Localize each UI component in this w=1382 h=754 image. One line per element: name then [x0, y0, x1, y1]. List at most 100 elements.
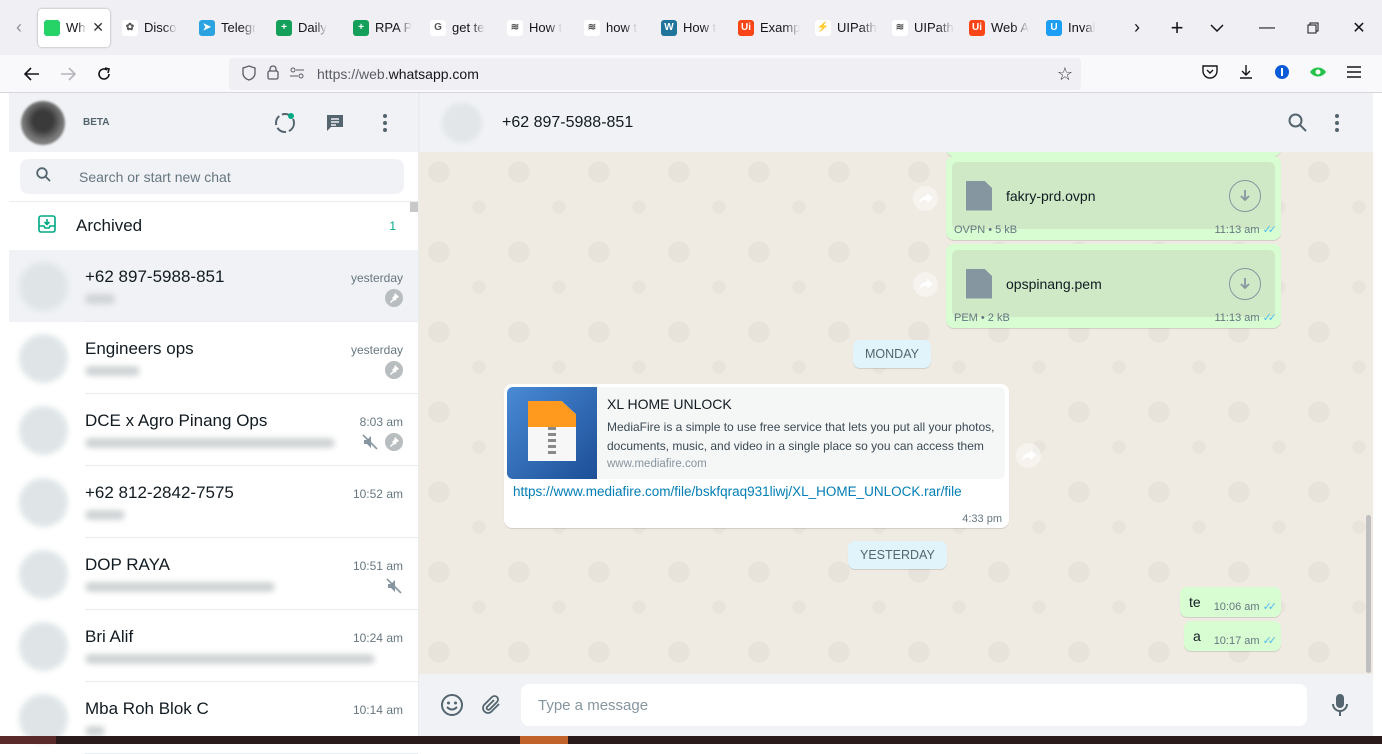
restore-button[interactable] [1290, 0, 1336, 55]
tab-7[interactable]: ≋ how t [578, 9, 654, 47]
search-icon[interactable] [1285, 111, 1309, 135]
tab-6[interactable]: ≋ How t [501, 9, 577, 47]
tab-10[interactable]: ⚡ UIPath [809, 9, 885, 47]
tab-8[interactable]: W How t [655, 9, 731, 47]
message-time: 10:06 am ✓✓ [1213, 600, 1277, 614]
tab-title: UIPath [837, 20, 877, 35]
chat-time: 10:24 am [352, 631, 403, 645]
chat-list-item[interactable]: DCE x Agro Pinang Ops 8:03 am [9, 394, 418, 466]
avatar[interactable] [19, 261, 68, 311]
bookmark-star-icon[interactable]: ☆ [1057, 64, 1073, 85]
tab-scroll-left-icon[interactable]: ‹ [0, 0, 38, 55]
downloads-icon[interactable] [1228, 64, 1264, 85]
tab-1[interactable]: ✿ Disco [116, 9, 192, 47]
avatar[interactable] [19, 405, 68, 455]
message-input[interactable] [521, 684, 1307, 726]
tab-5[interactable]: Gget te [424, 9, 500, 47]
tab-2[interactable]: ➤ Telegr [193, 9, 269, 47]
message-text: a [1193, 628, 1201, 644]
back-button[interactable] [14, 58, 50, 90]
search-input[interactable] [77, 167, 357, 186]
new-chat-icon[interactable] [318, 106, 352, 140]
file-attachment[interactable]: fakry-prd.ovpn [952, 162, 1275, 229]
tab-9[interactable]: Ui Examp [732, 9, 808, 47]
link-preview[interactable]: XL HOME UNLOCK MediaFire is a simple to … [507, 387, 1005, 479]
avatar[interactable] [19, 477, 68, 527]
pocket-icon[interactable] [1192, 64, 1228, 84]
file-message[interactable]: opspinang.pem PEM • 2 kB 11:13 am ✓✓ [946, 244, 1281, 328]
chat-list-item[interactable]: +62 812-2842-7575 10:52 am [9, 466, 418, 538]
tab-favicon-icon: + [353, 19, 369, 36]
status-icon[interactable] [268, 106, 302, 140]
tab-close-icon[interactable]: ✕ [92, 19, 104, 36]
search-icon[interactable] [36, 166, 51, 187]
avatar[interactable] [19, 333, 68, 383]
file-attachment[interactable]: opspinang.pem [952, 250, 1275, 317]
link-thumbnail [507, 387, 597, 479]
tab-3[interactable]: + Daily [270, 9, 346, 47]
tab-favicon-icon: Ui [738, 19, 754, 36]
new-tab-button[interactable]: + [1157, 8, 1197, 48]
tab-13[interactable]: U Inval [1040, 9, 1116, 47]
menu-icon[interactable] [1336, 65, 1372, 83]
search-box[interactable] [20, 159, 404, 194]
forward-button[interactable] [50, 58, 86, 90]
tab-11[interactable]: ≋ UIPath [886, 9, 962, 47]
contact-avatar[interactable] [442, 102, 482, 143]
tab-title: Inval [1068, 20, 1096, 35]
whatsapp-app: BETA Search or start new chat Archived 1… [9, 93, 1373, 754]
menu-dots-icon[interactable] [1325, 111, 1349, 135]
message-scrollbar[interactable] [1366, 515, 1371, 673]
avatar[interactable] [19, 621, 68, 671]
lock-icon[interactable] [261, 65, 285, 83]
tab-4[interactable]: + RPA P [347, 9, 423, 47]
archived-row[interactable]: Archived 1 [9, 202, 418, 250]
password-manager-icon[interactable] [1264, 64, 1300, 85]
message-bubble[interactable]: te 10:06 am ✓✓ [1180, 587, 1281, 617]
tab-scroll-right-icon[interactable]: › [1117, 8, 1157, 48]
message-bubble[interactable]: a 10:17 am ✓✓ [1184, 621, 1281, 651]
chat-name: Engineers ops [85, 339, 194, 358]
forward-icon[interactable] [913, 272, 938, 297]
forward-icon[interactable] [1016, 443, 1041, 468]
menu-dots-icon[interactable] [368, 106, 402, 140]
message-area[interactable]: fakry-prd.ovpn OVPN • 5 kB 11:13 am ✓✓ op… [419, 152, 1373, 674]
avatar[interactable] [21, 100, 65, 145]
chat-name: DCE x Agro Pinang Ops [85, 411, 268, 430]
chat-time: yesterday [350, 343, 403, 357]
reload-button[interactable] [86, 58, 122, 90]
file-message[interactable]: fakry-prd.ovpn OVPN • 5 kB 11:13 am ✓✓ [946, 156, 1281, 240]
chat-list-item[interactable]: DOP RAYA 10:51 am [9, 538, 418, 610]
address-bar[interactable]: https://web.whatsapp.com ☆ [229, 58, 1081, 90]
message-text: te [1189, 594, 1201, 610]
download-icon[interactable] [1229, 180, 1261, 212]
permissions-icon[interactable] [285, 66, 309, 82]
tab-title: Telegr [221, 20, 257, 35]
tab-favicon-icon: + [276, 19, 292, 36]
tab-12[interactable]: Ui Web A [963, 9, 1039, 47]
list-all-tabs-icon[interactable] [1197, 8, 1237, 48]
emoji-icon[interactable] [435, 688, 469, 722]
chat-list-item[interactable]: Bri Alif 10:24 am [9, 610, 418, 682]
shield-icon[interactable] [237, 64, 261, 84]
attach-icon[interactable] [475, 688, 509, 722]
sidebar-scrollbar[interactable] [410, 202, 418, 212]
close-window-button[interactable]: ✕ [1336, 0, 1382, 55]
chat-list-item[interactable]: +62 897-5988-851 yesterday [9, 250, 418, 322]
message-link[interactable]: https://www.mediafire.com/file/bskfqraq9… [513, 484, 962, 499]
avatar[interactable] [19, 549, 68, 599]
microphone-icon[interactable] [1323, 688, 1357, 722]
tab-title: get te [452, 20, 485, 35]
download-icon[interactable] [1229, 268, 1261, 300]
chat-list-item[interactable]: Engineers ops yesterday [9, 322, 418, 394]
forward-icon[interactable] [913, 186, 938, 211]
chat-time: 10:14 am [352, 703, 403, 717]
extension-eye-icon[interactable] [1300, 65, 1336, 83]
contact-name[interactable]: +62 897-5988-851 [502, 114, 633, 132]
browser-tab-bar: ‹ Wh ✕ ✿ Disco ➤ Telegr + Daily + RPA P Gget te ≋ Ho… [0, 0, 1382, 55]
minimize-button[interactable]: — [1244, 0, 1290, 55]
chat-time: 8:03 am [359, 415, 403, 429]
conversation-header[interactable]: +62 897-5988-851 [419, 93, 1373, 152]
link-message[interactable]: XL HOME UNLOCK MediaFire is a simple to … [504, 384, 1009, 528]
tab-0[interactable]: Wh ✕ [38, 8, 110, 47]
